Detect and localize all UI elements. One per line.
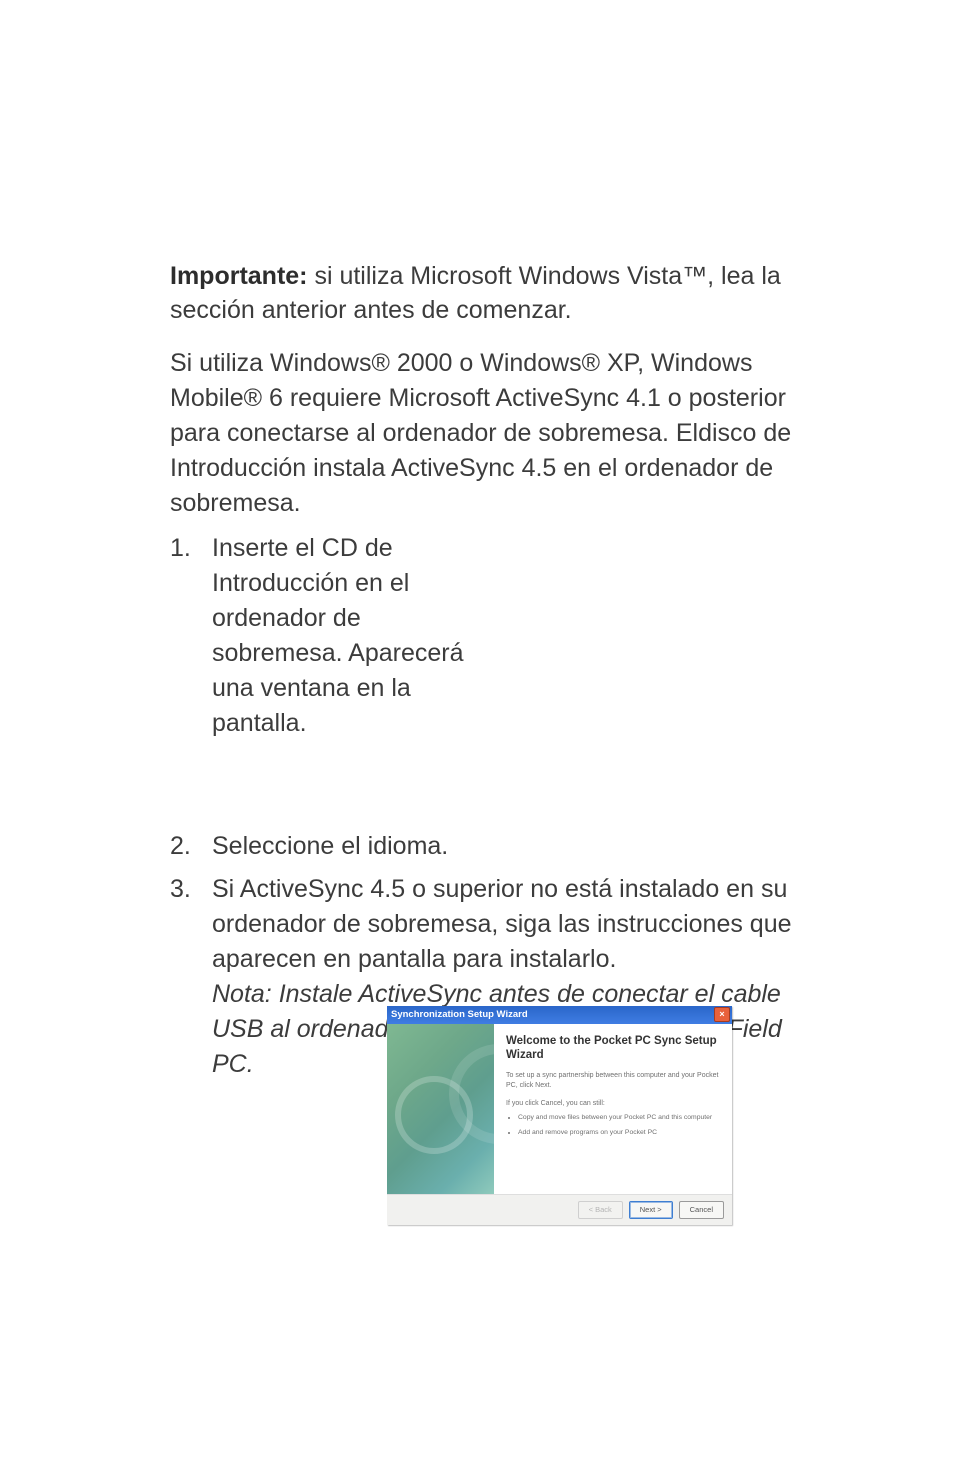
close-icon: × [719,1010,724,1019]
body-paragraph-1: Si utiliza Windows® 2000 o Windows® XP, … [170,346,824,521]
list-item-2: 2. Seleccione el idioma. [170,829,824,864]
spacer [170,749,824,829]
wizard-titlebar: Synchronization Setup Wizard × [387,1006,732,1024]
ordered-list: 1. Inserte el CD de Introducción en el o… [170,531,824,1082]
close-button[interactable]: × [714,1007,730,1022]
wizard-subtext-2: If you click Cancel, you can still: [506,1100,722,1107]
wizard-bullet-item: Add and remove programs on your Pocket P… [518,1128,722,1137]
list-item-text: Si ActiveSync 4.5 o superior no está ins… [212,875,792,973]
important-label: Importante: [170,262,308,290]
list-number: 2. [170,829,212,864]
list-item-1: 1. Inserte el CD de Introducción en el o… [170,531,824,741]
wizard-footer: < Back Next > Cancel [387,1194,732,1225]
list-number: 1. [170,531,212,741]
cancel-button[interactable]: Cancel [679,1201,724,1219]
wizard-content: Welcome to the Pocket PC Sync Setup Wiza… [494,1024,732,1194]
list-and-wizard-group: 1. Inserte el CD de Introducción en el o… [170,531,824,1082]
wizard-bullets: Copy and move files between your Pocket … [518,1113,722,1137]
back-button[interactable]: < Back [578,1201,623,1219]
list-item-text: Seleccione el idioma. [212,829,824,864]
wizard-title: Synchronization Setup Wizard [391,1009,714,1020]
wizard-subtext-1: To set up a sync partnership between thi… [506,1071,722,1090]
list-number: 3. [170,872,212,1082]
wizard-heading: Welcome to the Pocket PC Sync Setup Wiza… [506,1034,722,1063]
wizard-body: Welcome to the Pocket PC Sync Setup Wiza… [387,1024,732,1194]
sync-setup-wizard-dialog: Synchronization Setup Wizard × Welcome t… [387,1006,732,1225]
wizard-bullet-item: Copy and move files between your Pocket … [518,1113,722,1122]
wizard-side-graphic [387,1024,494,1194]
document-page: Importante: si utiliza Microsoft Windows… [0,0,954,1475]
list-item-text: Inserte el CD de Introducción en el orde… [212,531,472,741]
important-paragraph: Importante: si utiliza Microsoft Windows… [170,260,824,328]
next-button[interactable]: Next > [629,1201,673,1219]
